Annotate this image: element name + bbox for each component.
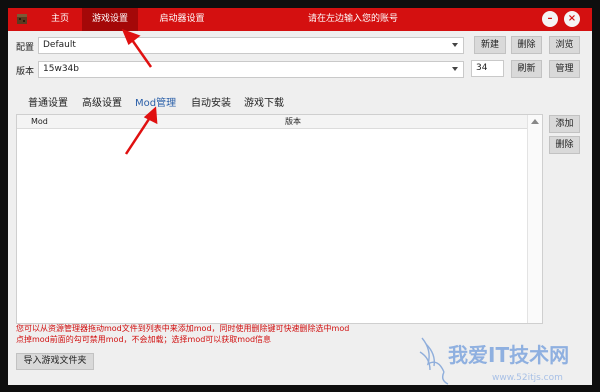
arrow-head-icon <box>121 28 141 45</box>
annotation-arrow-mod-tab <box>124 115 153 155</box>
watermark-logo: 我爱IT技术网 www.52itjs.com <box>418 328 588 388</box>
annotation-arrow-game-settings <box>128 36 153 68</box>
svg-text:我爱IT技术网: 我爱IT技术网 <box>448 343 569 367</box>
svg-text:www.52itjs.com: www.52itjs.com <box>492 373 563 383</box>
